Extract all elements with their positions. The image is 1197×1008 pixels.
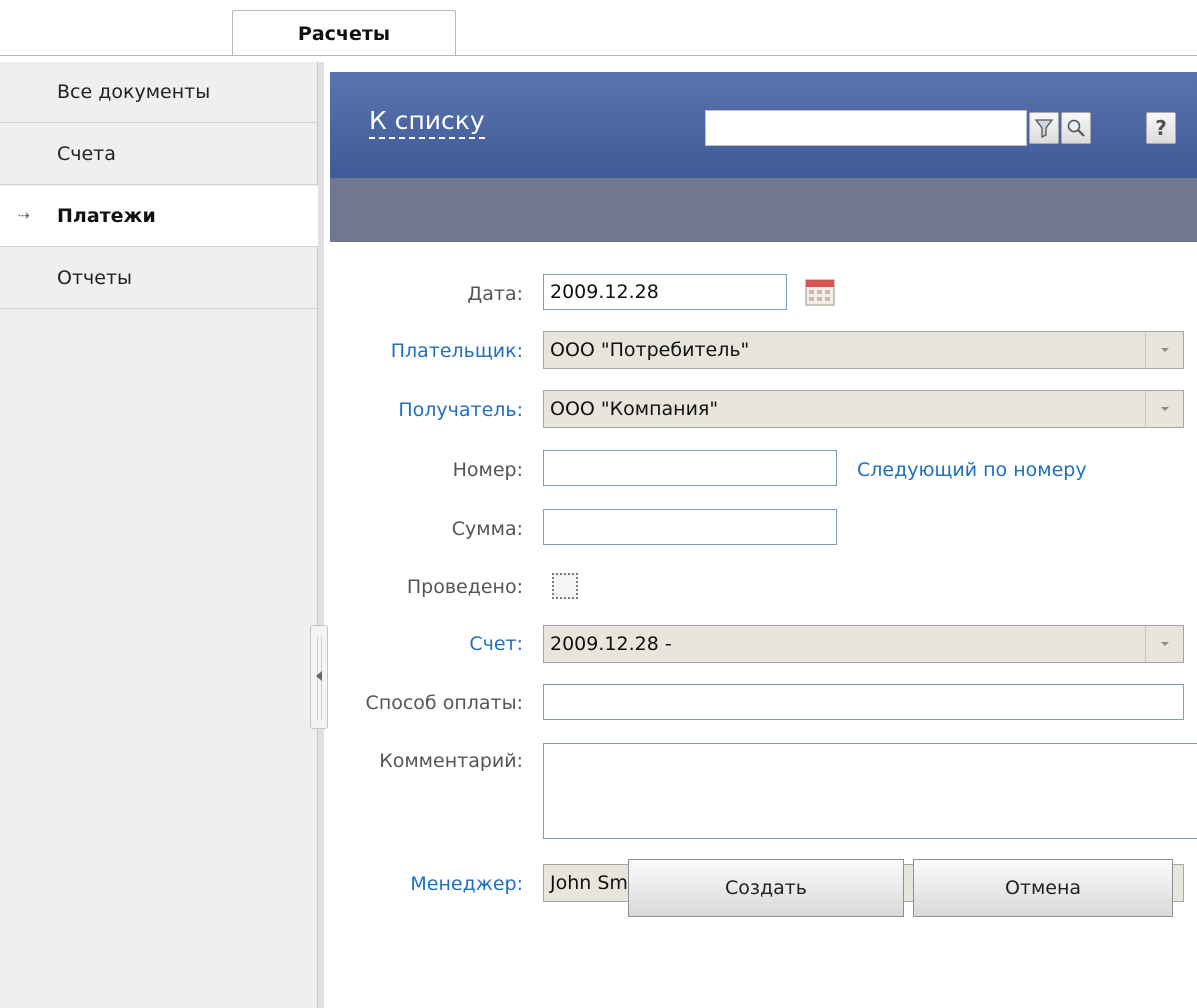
posted-label: Проведено: xyxy=(406,576,523,598)
posted-checkbox[interactable] xyxy=(552,573,578,599)
help-button[interactable]: ? xyxy=(1146,112,1176,144)
payer-value: ООО "Потребитель" xyxy=(550,339,750,361)
sum-label: Сумма: xyxy=(451,518,523,540)
sidebar-item-label: Все документы xyxy=(57,81,211,103)
next-number-link[interactable]: Следующий по номеру xyxy=(857,459,1087,481)
invoice-value: 2009.12.28 - xyxy=(550,633,672,655)
date-label: Дата: xyxy=(467,283,523,305)
sidebar-item-label: Платежи xyxy=(57,205,156,227)
filter-button[interactable] xyxy=(1029,112,1059,144)
manager-label[interactable]: Менеджер: xyxy=(323,873,523,895)
filter-icon xyxy=(1035,119,1053,138)
search-input[interactable] xyxy=(705,110,1027,146)
sidebar-item-all-documents[interactable]: Все документы xyxy=(0,62,318,123)
calendar-icon[interactable] xyxy=(805,278,835,306)
tab-settlements[interactable]: Расчеты xyxy=(232,10,456,56)
date-input[interactable]: 2009.12.28 xyxy=(543,274,787,310)
sum-input[interactable] xyxy=(543,509,837,545)
invoice-label[interactable]: Счет: xyxy=(323,633,523,655)
current-arrow-icon: ⇢ xyxy=(18,208,30,224)
number-label: Номер: xyxy=(452,459,523,481)
sidebar-item-label: Отчеты xyxy=(57,267,133,289)
collapse-left-icon xyxy=(316,671,322,681)
payer-select[interactable]: ООО "Потребитель" xyxy=(543,331,1184,369)
payment-method-input[interactable] xyxy=(543,684,1184,720)
sidebar-item-label: Счета xyxy=(57,143,116,165)
chevron-down-icon[interactable] xyxy=(1145,626,1183,662)
search-icon xyxy=(1067,119,1085,137)
comment-label: Комментарий: xyxy=(379,750,523,772)
tab-bar: Расчеты xyxy=(0,0,1197,56)
cancel-button[interactable]: Отмена xyxy=(913,859,1173,917)
number-input[interactable] xyxy=(543,450,837,486)
sidebar-item-invoices[interactable]: Счета xyxy=(0,124,318,185)
recipient-select[interactable]: ООО "Компания" xyxy=(543,390,1184,428)
tab-bar-divider xyxy=(0,55,1197,56)
sidebar-item-reports[interactable]: Отчеты xyxy=(0,248,318,309)
back-to-list-link[interactable]: К списку xyxy=(369,106,485,139)
comment-textarea[interactable] xyxy=(543,743,1197,839)
payment-method-label: Способ оплаты: xyxy=(365,692,523,714)
sidebar: Все документы Счета ⇢ Платежи Отчеты xyxy=(0,62,318,1008)
recipient-value: ООО "Компания" xyxy=(550,398,719,420)
chevron-down-icon[interactable] xyxy=(1145,332,1183,368)
create-button[interactable]: Создать xyxy=(628,859,904,917)
chevron-down-icon[interactable] xyxy=(1145,391,1183,427)
invoice-select[interactable]: 2009.12.28 - xyxy=(543,625,1184,663)
payer-label[interactable]: Плательщик: xyxy=(323,340,523,362)
content-subheader xyxy=(330,178,1197,242)
recipient-label[interactable]: Получатель: xyxy=(323,399,523,421)
sidebar-item-payments[interactable]: ⇢ Платежи xyxy=(0,186,318,247)
search-button[interactable] xyxy=(1061,112,1091,144)
